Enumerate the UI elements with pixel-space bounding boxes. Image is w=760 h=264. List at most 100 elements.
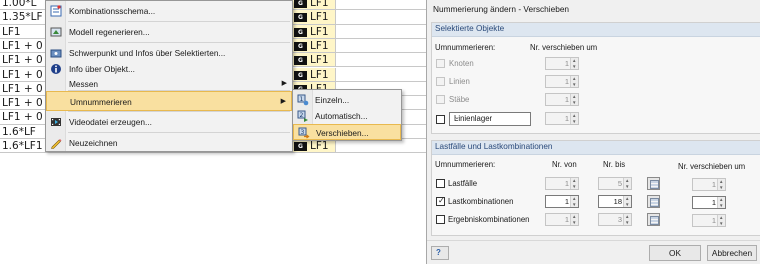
submenu-item-verschieben[interactable]: 3 Verschieben... [293, 124, 401, 140]
menu-item-label: Kombinationsschema... [69, 6, 156, 16]
load-case-label: LF1 [310, 25, 329, 38]
combination-cell: 1.35*LF [0, 10, 47, 24]
spinner-value: 3 [617, 215, 622, 224]
combination-cell: LF1 + 0 [0, 53, 47, 67]
column-label-from: Nr. von [552, 160, 577, 169]
linienlager-checkbox[interactable] [436, 115, 445, 124]
load-case-cell: GLF1 [292, 38, 336, 53]
lastfaelle-checkbox[interactable] [436, 179, 445, 188]
ergebniskombinationen-shift-spinner[interactable]: 1 ▲ ▼ [692, 214, 726, 227]
permanent-badge: G [294, 13, 307, 23]
spinner-value: 1 [711, 198, 716, 207]
spinner-buttons[interactable]: ▲ ▼ [570, 58, 578, 69]
combination-cell: LF1 + 0 [0, 38, 47, 53]
submenu-item-label: Einzeln... [315, 95, 350, 105]
menu-item-umnummerieren[interactable]: Umnummerieren ▶ [46, 91, 292, 111]
lastkombinationen-label: Lastkombinationen [448, 197, 514, 206]
spinner-buttons[interactable]: ▲ ▼ [570, 76, 578, 87]
section-title: Selektierte Objekte [435, 24, 505, 33]
empty-cell [336, 0, 428, 10]
lastkombinationen-from-spinner[interactable]: 1 ▲ ▼ [545, 195, 579, 208]
menu-item-videodatei[interactable]: Videodatei erzeugen... [46, 112, 292, 132]
menu-item-label: Modell regenerieren... [69, 27, 150, 37]
column-label-shift: Nr. verschieben um [530, 43, 598, 52]
spinner-buttons[interactable]: ▲ ▼ [570, 178, 578, 189]
ergebniskombinationen-from-spinner[interactable]: 1 ▲ ▼ [545, 213, 579, 226]
single-renumber-icon: 1 [297, 94, 309, 106]
linien-checkbox[interactable] [436, 77, 445, 86]
linienlager-shift-spinner[interactable]: 1 ▲ ▼ [545, 112, 579, 125]
empty-cell [336, 67, 428, 81]
cancel-button[interactable]: Abbrechen [707, 245, 757, 261]
object-type-dropdown[interactable]: Linienlager ⌄ [449, 112, 531, 126]
ergebniskombinationen-to-spinner[interactable]: 3 ▲ ▼ [598, 213, 632, 226]
linien-shift-spinner[interactable]: 1 ▲ ▼ [545, 75, 579, 88]
load-case-label: LF1 [310, 54, 329, 67]
menu-item-modell-regenerieren[interactable]: Modell regenerieren... [46, 22, 292, 42]
spinner-value: 1 [564, 77, 569, 86]
lastfaelle-to-spinner[interactable]: 5 ▲ ▼ [598, 177, 632, 190]
table-select-icon[interactable] [647, 195, 660, 208]
table-select-icon[interactable] [647, 213, 660, 226]
svg-text:3: 3 [301, 129, 305, 136]
column-label-shift: Nr. verschieben um [678, 162, 746, 171]
spinner-value: 1 [564, 114, 569, 123]
submenu-item-automatisch[interactable]: 2 Automatisch... [293, 108, 401, 124]
video-icon [51, 118, 61, 126]
spinner-buttons[interactable]: ▲ ▼ [623, 178, 631, 189]
submenu-item-einzeln[interactable]: 1 Einzeln... [293, 92, 401, 108]
spinner-value: 1 [564, 95, 569, 104]
renumber-submenu: 1 Einzeln... 2 Automatisch... 3 Verschie… [292, 89, 402, 141]
spinner-buttons[interactable]: ▲ ▼ [570, 214, 578, 225]
table-select-icon[interactable] [647, 177, 660, 190]
lastkombinationen-to-spinner[interactable]: 18 ▲ ▼ [598, 195, 632, 208]
spinner-value: 1 [711, 180, 716, 189]
regenerate-icon [50, 27, 62, 37]
spinner-buttons[interactable]: ▲ ▼ [570, 94, 578, 105]
spinner-buttons[interactable]: ▲ ▼ [570, 113, 578, 124]
centroid-icon [50, 49, 62, 58]
load-case-cell: GLF1 [292, 53, 336, 67]
permanent-badge: G [294, 56, 307, 66]
ergebniskombinationen-checkbox[interactable] [436, 215, 445, 224]
load-case-label: LF1 [310, 0, 329, 9]
redraw-icon [51, 139, 62, 149]
permanent-badge: G [294, 27, 307, 37]
spinner-buttons[interactable]: ▲ ▼ [570, 196, 578, 207]
lastfaelle-from-spinner[interactable]: 1 ▲ ▼ [545, 177, 579, 190]
chevron-down-icon: ⌄ [454, 114, 460, 121]
knoten-label: Knoten [449, 59, 474, 68]
spinner-buttons[interactable]: ▲ ▼ [623, 214, 631, 225]
lastkombinationen-checkbox[interactable]: ✓ [436, 196, 445, 206]
context-menu: Kombinationsschema... Modell regeneriere… [45, 0, 293, 152]
svg-text:1: 1 [300, 96, 304, 103]
combination-cell: LF1 + 0 [0, 96, 47, 110]
menu-item-kombinationsschema[interactable]: Kombinationsschema... [46, 1, 292, 21]
permanent-badge: G [294, 0, 307, 8]
spinner-value: 1 [564, 197, 569, 206]
shift-renumber-icon: 3 [298, 127, 310, 139]
scheme-icon [50, 5, 62, 17]
spinner-value: 1 [564, 59, 569, 68]
help-icon[interactable] [431, 246, 449, 260]
staebe-checkbox[interactable] [436, 95, 445, 104]
column-label-renumber: Umnummerieren: [435, 43, 496, 52]
spinner-buttons[interactable]: ▲ ▼ [717, 179, 725, 190]
empty-cell [336, 53, 428, 67]
combination-cell: LF1 + 0 [0, 110, 47, 124]
staebe-shift-spinner[interactable]: 1 ▲ ▼ [545, 93, 579, 106]
spinner-buttons[interactable]: ▲ ▼ [717, 215, 725, 226]
spinner-buttons[interactable]: ▲ ▼ [623, 196, 631, 207]
load-case-cell: GLF1 [292, 10, 336, 24]
renumber-shift-dialog: Nummerierung ändern - Verschieben Selekt… [426, 0, 760, 264]
ergebniskombinationen-label: Ergebniskombinationen [448, 215, 530, 224]
knoten-shift-spinner[interactable]: 1 ▲ ▼ [545, 57, 579, 70]
lastfaelle-shift-spinner[interactable]: 1 ▲ ▼ [692, 178, 726, 191]
spinner-buttons[interactable]: ▲ ▼ [717, 197, 725, 208]
combination-cell: LF1 + 0 [0, 81, 47, 96]
ok-button[interactable]: OK [649, 245, 701, 261]
knoten-checkbox[interactable] [436, 59, 445, 68]
menu-item-neuzeichnen[interactable]: Neuzeichnen [46, 133, 292, 153]
column-label-to: Nr. bis [603, 160, 626, 169]
lastkombinationen-shift-spinner[interactable]: 1 ▲ ▼ [692, 196, 726, 209]
